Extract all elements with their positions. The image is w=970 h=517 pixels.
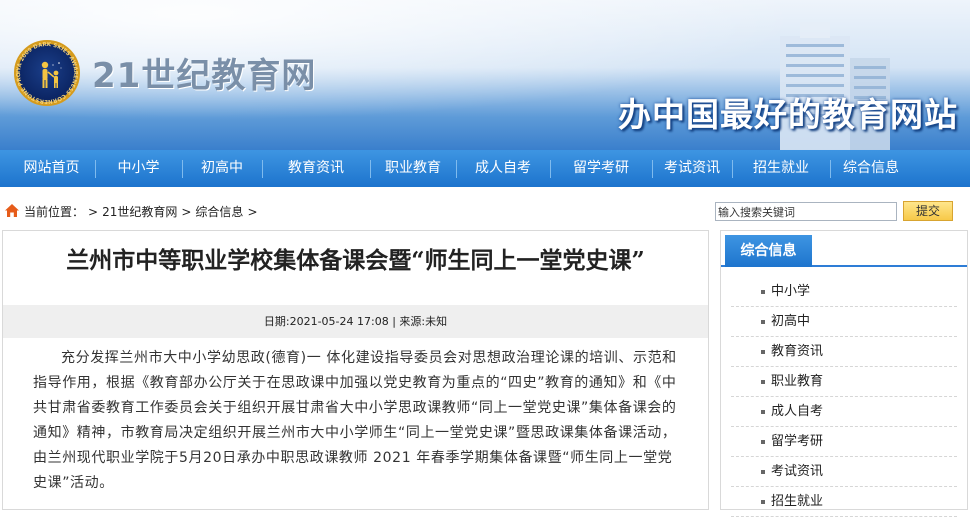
nav-item-primary-middle[interactable]: 中小学 xyxy=(95,150,182,187)
sidebar-item-primary-middle[interactable]: 中小学 xyxy=(731,277,957,307)
nav-item-edu-news[interactable]: 教育资讯 xyxy=(262,150,370,187)
breadcrumb-separator: > xyxy=(88,205,99,219)
sidebar-list: 中小学 初高中 教育资讯 职业教育 成人自考 留学考研 考试资讯 招生就业 xyxy=(731,277,957,517)
article-title: 兰州市中等职业学校集体备课会暨“师生同上一堂党史课” xyxy=(66,247,645,274)
breadcrumb-separator: > xyxy=(247,205,258,219)
breadcrumb-trail: 当前位置： >21世纪教育网 > 综合信息 > xyxy=(24,203,262,220)
sidebar-item-study-abroad[interactable]: 留学考研 xyxy=(731,427,957,457)
family-silhouette-icon xyxy=(41,61,62,88)
site-banner: IYA 2009 DARK SKIES AWARENESS CORNERSTON… xyxy=(0,0,970,150)
nav-item-vocational[interactable]: 职业教育 xyxy=(370,150,456,187)
site-name[interactable]: 21世纪教育网 xyxy=(92,48,316,97)
article-body: 充分发挥兰州市大中小学幼思政(德育)一 体化建设指导委员会对思想政治理论课的培训… xyxy=(33,350,677,491)
search-input[interactable] xyxy=(715,202,897,221)
breadcrumb-link-home[interactable]: 21世纪教育网 xyxy=(102,205,177,219)
sidebar-title[interactable]: 综合信息 xyxy=(725,235,812,267)
sidebar-item-adult-exam[interactable]: 成人自考 xyxy=(731,397,957,427)
main-nav: 网站首页 中小学 初高中 教育资讯 职业教育 成人自考 留学考研 考试资讯 招生… xyxy=(0,150,970,187)
search-submit-button[interactable]: 提交 xyxy=(903,201,953,221)
breadcrumb-link-category[interactable]: 综合信息 xyxy=(195,205,243,219)
sidebar-item-exam-news[interactable]: 考试资讯 xyxy=(731,457,957,487)
sidebar-item-junior-senior[interactable]: 初高中 xyxy=(731,307,957,337)
nav-item-enrollment[interactable]: 招生就业 xyxy=(732,150,830,187)
sidebar-item-vocational[interactable]: 职业教育 xyxy=(731,367,957,397)
article-meta: 日期:2021-05-24 17:08 | 来源:未知 xyxy=(3,305,708,338)
nav-item-general-info[interactable]: 综合信息 xyxy=(830,150,912,187)
nav-item-junior-senior[interactable]: 初高中 xyxy=(182,150,262,187)
nav-item-study-abroad[interactable]: 留学考研 xyxy=(550,150,652,187)
site-slogan: 办中国最好的教育网站 xyxy=(618,95,958,134)
sidebar-item-enrollment[interactable]: 招生就业 xyxy=(731,487,957,517)
sidebar-item-edu-news[interactable]: 教育资讯 xyxy=(731,337,957,367)
breadcrumb-label: 当前位置： xyxy=(24,205,85,219)
home-icon xyxy=(5,204,19,217)
site-logo[interactable]: IYA 2009 DARK SKIES AWARENESS CORNERSTON… xyxy=(14,40,80,106)
article-panel: 兰州市中等职业学校集体备课会暨“师生同上一堂党史课” 日期:2021-05-24… xyxy=(2,230,709,510)
sidebar-header: 综合信息 xyxy=(721,231,967,267)
nav-item-home[interactable]: 网站首页 xyxy=(8,150,95,187)
nav-item-exam-news[interactable]: 考试资讯 xyxy=(652,150,732,187)
breadcrumb-separator: > xyxy=(181,205,192,219)
sidebar: 综合信息 中小学 初高中 教育资讯 职业教育 成人自考 留学考研 考试资讯 招生… xyxy=(720,230,968,517)
nav-item-adult-exam[interactable]: 成人自考 xyxy=(456,150,550,187)
